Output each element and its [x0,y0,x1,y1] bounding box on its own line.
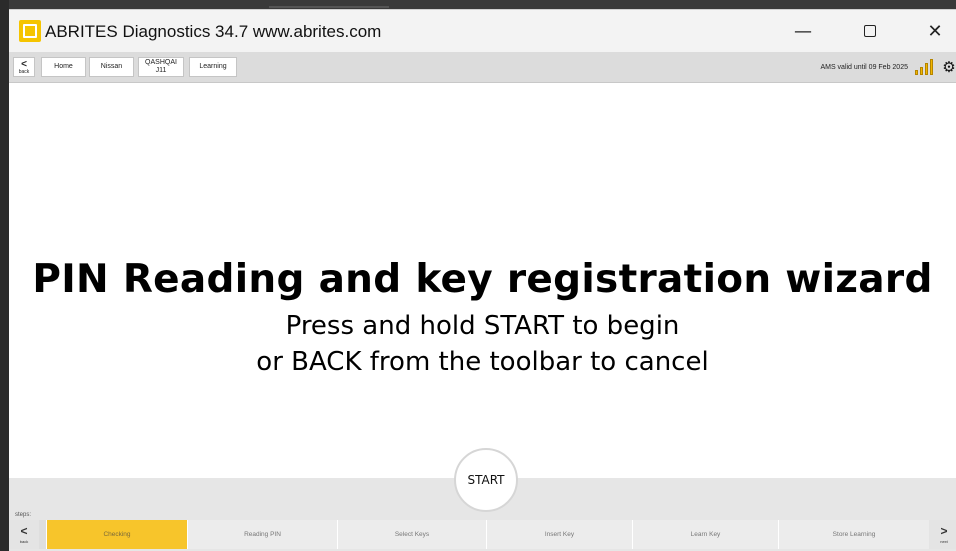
gear-icon[interactable]: ⚙ [941,59,956,75]
step-checking: Checking [46,520,187,549]
step-insert-key: Insert Key [486,520,632,549]
title-bar: ABRITES Diagnostics 34.7 www.abrites.com… [9,9,956,53]
maximize-button[interactable] [847,15,893,47]
breadcrumb-home[interactable]: Home [41,57,86,77]
chevron-left-icon: < [21,58,27,70]
instruction-line-2: or BACK from the toolbar to cancel [256,347,709,377]
step-learn-key: Learn Key [632,520,778,549]
wizard-headline: PIN Reading and key registration wizard [32,257,933,302]
steps-label: steps: [15,512,32,518]
step-back-button[interactable]: < back [9,520,39,549]
toolbar: < back Home Nissan QASHQAI J11 Learning … [9,52,956,83]
step-back-label: back [19,538,29,544]
signal-bar [915,70,918,75]
breadcrumb-nissan[interactable]: Nissan [89,57,134,77]
chevron-left-icon: < [20,523,28,538]
signal-bar [930,59,933,75]
chevron-right-icon: > [940,523,948,538]
window-left-edge [0,0,9,551]
step-next-label: next [940,538,948,544]
steps-bar: < back Checking Reading PIN Select Keys … [9,520,956,549]
step-store-learning: Store Learning [778,520,929,549]
toolbar-back-button[interactable]: < back [13,57,35,77]
breadcrumb-learning[interactable]: Learning [189,57,237,77]
step-select-keys: Select Keys [337,520,486,549]
step-reading-pin: Reading PIN [187,520,337,549]
window-top-edge [9,0,956,9]
top-edge-accent [269,6,389,8]
breadcrumb-model[interactable]: QASHQAI J11 [138,57,184,77]
close-button[interactable]: ✕ [912,15,956,47]
back-label: back [18,68,30,75]
wizard-content: PIN Reading and key registration wizard … [9,83,956,478]
steps-footer: START steps: < back Checking Reading PIN… [9,448,956,551]
window-title: ABRITES Diagnostics 34.7 www.abrites.com [45,22,382,41]
signal-bar [925,63,928,75]
ams-status: AMS valid until 09 Feb 2025 [820,64,908,71]
start-button[interactable]: START [454,448,518,512]
minimize-button[interactable]: — [780,15,826,47]
step-next-button[interactable]: > next [929,520,956,549]
signal-strength-icon [915,59,935,75]
signal-bar [920,67,923,75]
instruction-line-1: Press and hold START to begin [285,311,680,341]
abrites-logo-icon [19,20,41,42]
maximize-icon [864,25,876,37]
